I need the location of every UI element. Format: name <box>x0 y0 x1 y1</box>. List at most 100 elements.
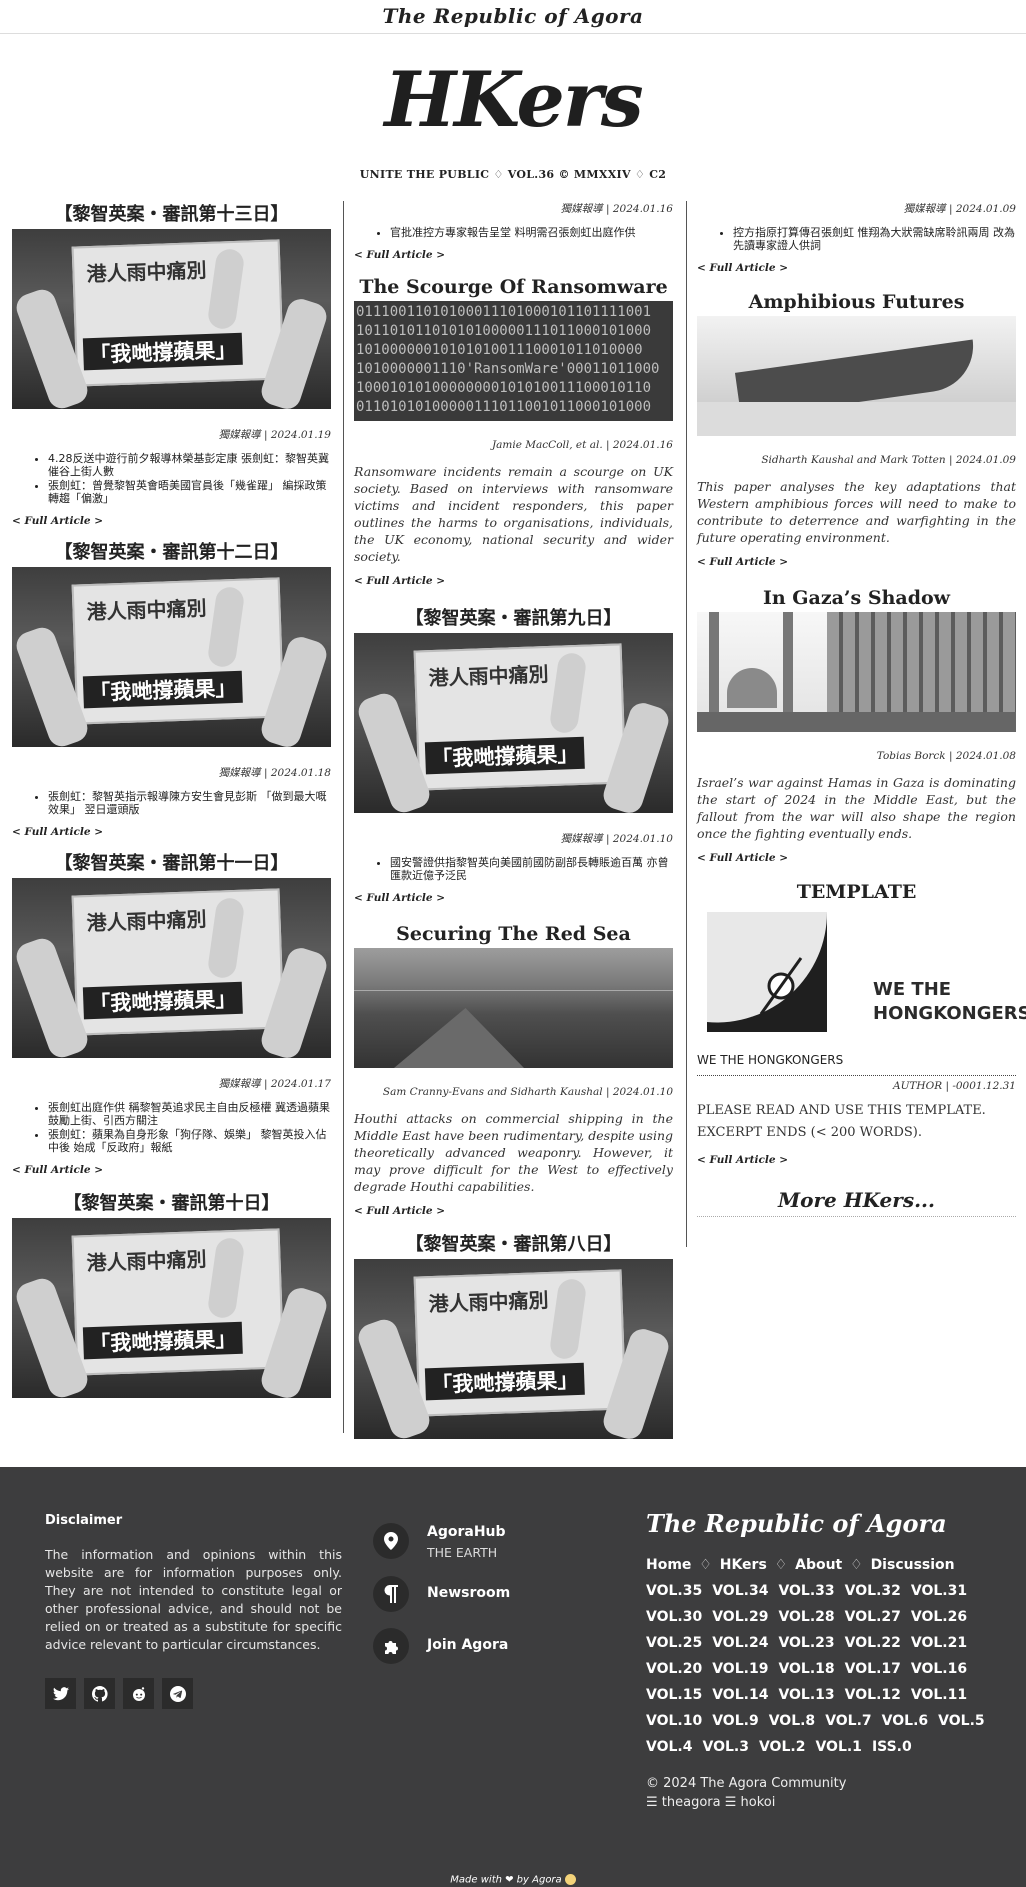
article-photo[interactable]: 港人雨中痛別 「我哋撐蘋果」 <box>12 878 331 1058</box>
volume-link[interactable]: VOL.18 <box>778 1656 834 1682</box>
join-agora-link[interactable]: Join Agora <box>373 1628 510 1664</box>
volume-link[interactable]: VOL.31 <box>911 1578 967 1604</box>
handle-hokoi[interactable]: ☰ hokoi <box>725 1795 776 1810</box>
volume-link[interactable]: VOL.1 <box>815 1734 861 1760</box>
volume-link[interactable]: VOL.11 <box>911 1682 967 1708</box>
volume-link[interactable]: VOL.5 <box>938 1708 984 1734</box>
agorahub-link[interactable]: AgoraHub THE EARTH <box>373 1523 510 1560</box>
newspaper-board: 港人雨中痛別 「我哋撐蘋果」 <box>71 888 285 1036</box>
template-body: PLEASE READ AND USE THIS TEMPLATE. EXCER… <box>697 1100 1016 1144</box>
volume-link[interactable]: VOL.16 <box>911 1656 967 1682</box>
full-article-link[interactable]: < Full Article > <box>354 575 673 587</box>
more-hkers-link[interactable]: More HKers... <box>697 1188 1016 1217</box>
footer-brand[interactable]: The Republic of Agora <box>646 1509 996 1538</box>
full-article-link[interactable]: < Full Article > <box>697 1154 1016 1166</box>
code-line: 01101010100000111011001011000101000 <box>356 399 652 415</box>
we-the-hongkongers-logo[interactable]: WE THE HONGKONGERS <box>697 906 1026 1039</box>
article-byline: Sam Cranny-Evans and Sidharth Kaushal | … <box>382 1086 673 1098</box>
volume-link[interactable]: VOL.10 <box>646 1708 702 1734</box>
tagline: UNITE THE PUBLIC ♢ VOL.36 © MMXXIV ♢ C2 <box>359 168 667 181</box>
full-article-link[interactable]: < Full Article > <box>697 556 1016 568</box>
volume-link[interactable]: VOL.25 <box>646 1630 702 1656</box>
footer-links: AgoraHub THE EARTH Newsroom Join Agora <box>373 1523 510 1680</box>
volume-link[interactable]: VOL.24 <box>712 1630 768 1656</box>
volume-link[interactable]: VOL.32 <box>845 1578 901 1604</box>
volume-link[interactable]: VOL.9 <box>712 1708 758 1734</box>
copyright-text: © 2024 The Agora Community <box>646 1776 847 1791</box>
volume-link[interactable]: VOL.29 <box>712 1604 768 1630</box>
handles: ☰ theagora ☰ hokoi <box>646 1793 996 1812</box>
github-icon[interactable] <box>84 1678 115 1709</box>
full-article-link[interactable]: < Full Article > <box>12 1164 331 1176</box>
nav-home[interactable]: Home <box>646 1557 691 1573</box>
full-article-link[interactable]: < Full Article > <box>354 892 673 904</box>
ransomware-binary-image[interactable]: 01110011010100011101000101101111001 1011… <box>354 301 673 421</box>
volume-link[interactable]: VOL.20 <box>646 1656 702 1682</box>
gaza-building-image[interactable] <box>697 612 1016 732</box>
volume-link[interactable]: VOL.30 <box>646 1604 702 1630</box>
telegram-icon[interactable] <box>162 1678 193 1709</box>
volume-link[interactable]: VOL.17 <box>845 1656 901 1682</box>
article-title[interactable]: 【黎智英案・審訊第十二日】 <box>12 539 331 567</box>
article-title[interactable]: In Gaza’s Shadow <box>697 584 1016 612</box>
newsroom-link[interactable]: Newsroom <box>373 1576 510 1612</box>
full-article-link[interactable]: < Full Article > <box>354 249 673 261</box>
article-title[interactable]: 【黎智英案・審訊第十三日】 <box>12 201 331 229</box>
reddit-icon[interactable] <box>123 1678 154 1709</box>
full-article-link[interactable]: < Full Article > <box>354 1205 673 1217</box>
article-title[interactable]: 【黎智英案・審訊第八日】 <box>354 1231 673 1259</box>
volume-link[interactable]: VOL.35 <box>646 1578 702 1604</box>
site-brand[interactable]: The Republic of Agora <box>0 0 1026 32</box>
article-photo[interactable]: 港人雨中痛別 「我哋撐蘋果」 <box>354 633 673 813</box>
article-photo[interactable]: 港人雨中痛別 「我哋撐蘋果」 <box>12 229 331 409</box>
template-body-line: EXCERPT ENDS (< 200 WORDS). <box>697 1125 922 1140</box>
volume-link[interactable]: VOL.23 <box>778 1630 834 1656</box>
volume-link[interactable]: VOL.33 <box>778 1578 834 1604</box>
volume-link[interactable]: VOL.19 <box>712 1656 768 1682</box>
volume-link[interactable]: VOL.26 <box>911 1604 967 1630</box>
volume-link[interactable]: VOL.14 <box>712 1682 768 1708</box>
article-title[interactable]: 【黎智英案・審訊第十日】 <box>12 1190 331 1218</box>
volume-link[interactable]: VOL.22 <box>845 1630 901 1656</box>
nav-about[interactable]: About <box>795 1557 842 1573</box>
volume-link[interactable]: VOL.6 <box>882 1708 928 1734</box>
red-sea-ship-image[interactable] <box>354 948 673 1068</box>
volume-link[interactable]: VOL.21 <box>911 1630 967 1656</box>
column-divider <box>343 201 344 1433</box>
volume-link[interactable]: VOL.4 <box>646 1734 692 1760</box>
full-article-link[interactable]: < Full Article > <box>12 826 331 838</box>
volume-link[interactable]: VOL.28 <box>778 1604 834 1630</box>
theme-toggle-icon[interactable] <box>564 1873 576 1885</box>
twitter-icon[interactable] <box>45 1678 76 1709</box>
social-links <box>45 1678 342 1709</box>
article-title[interactable]: The Scourge Of Ransomware <box>354 273 673 301</box>
volume-link[interactable]: VOL.27 <box>845 1604 901 1630</box>
nav-discussion[interactable]: Discussion <box>871 1557 955 1573</box>
volume-link[interactable]: VOL.2 <box>759 1734 805 1760</box>
handle-theagora[interactable]: ☰ theagora <box>646 1795 721 1810</box>
article-title[interactable]: TEMPLATE <box>697 878 1016 906</box>
hkers-logo[interactable]: HKers <box>0 56 1026 144</box>
article-title[interactable]: 【黎智英案・審訊第十一日】 <box>12 850 331 878</box>
volume-link[interactable]: VOL.7 <box>825 1708 871 1734</box>
volume-link[interactable]: VOL.8 <box>769 1708 815 1734</box>
article-title[interactable]: Securing The Red Sea <box>354 920 673 948</box>
full-article-link[interactable]: < Full Article > <box>697 262 1016 274</box>
amphibious-boat-image[interactable] <box>697 316 1016 436</box>
article-card: 【黎智英案・審訊第十三日】 港人雨中痛別 「我哋撐蘋果」 獨媒報導 | 2024.… <box>12 201 331 527</box>
code-line: 1010000001110'RansomWare'00011011000 <box>356 361 660 377</box>
volume-link[interactable]: VOL.34 <box>712 1578 768 1604</box>
article-title[interactable]: 【黎智英案・審訊第九日】 <box>354 605 673 633</box>
article-photo[interactable]: 港人雨中痛別 「我哋撐蘋果」 <box>12 1218 331 1398</box>
nav-hkers[interactable]: HKers <box>720 1557 767 1573</box>
volume-link[interactable]: VOL.15 <box>646 1682 702 1708</box>
article-photo[interactable]: 港人雨中痛別 「我哋撐蘋果」 <box>12 567 331 747</box>
volume-link[interactable]: VOL.12 <box>845 1682 901 1708</box>
full-article-link[interactable]: < Full Article > <box>12 515 331 527</box>
volume-link[interactable]: VOL.13 <box>778 1682 834 1708</box>
volume-link[interactable]: VOL.3 <box>702 1734 748 1760</box>
article-photo[interactable]: 港人雨中痛別 「我哋撐蘋果」 <box>354 1259 673 1439</box>
volume-link[interactable]: ISS.0 <box>872 1734 912 1760</box>
full-article-link[interactable]: < Full Article > <box>697 852 1016 864</box>
article-title[interactable]: Amphibious Futures <box>697 288 1016 316</box>
